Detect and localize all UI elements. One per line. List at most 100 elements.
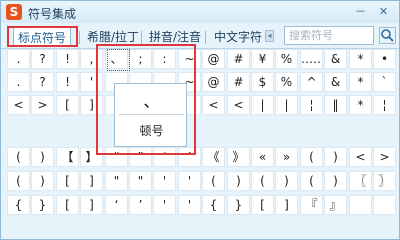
symbol-cell[interactable]: 』 bbox=[324, 195, 347, 215]
tab-greek-latin[interactable]: 希腊/拉丁 bbox=[83, 27, 143, 47]
symbol-cell[interactable]: 〗 bbox=[373, 171, 396, 191]
symbol-cell[interactable]: ! bbox=[56, 49, 79, 69]
symbol-cell[interactable]: • bbox=[373, 49, 396, 69]
symbol-cell[interactable]: ” bbox=[129, 147, 152, 167]
symbol-cell[interactable]: ? bbox=[31, 72, 54, 92]
symbol-cell[interactable]: ] bbox=[80, 171, 103, 191]
symbol-cell[interactable]: ' bbox=[80, 72, 103, 92]
symbol-cell[interactable] bbox=[349, 195, 372, 215]
symbol-cell[interactable]: ¥ bbox=[251, 49, 274, 69]
symbol-cell[interactable]: ) bbox=[31, 171, 54, 191]
symbol-cell[interactable]: 《 bbox=[202, 147, 225, 167]
symbol-cell[interactable]: > bbox=[373, 147, 396, 167]
symbol-cell[interactable]: ¦ bbox=[373, 95, 396, 115]
symbol-cell[interactable]: . bbox=[7, 72, 30, 92]
symbol-cell[interactable]: 》 bbox=[227, 147, 250, 167]
symbol-cell[interactable]: ) bbox=[227, 171, 250, 191]
symbol-cell[interactable]: ! bbox=[56, 72, 79, 92]
symbol-cell[interactable]: > bbox=[31, 95, 54, 115]
symbol-cell[interactable]: ) bbox=[31, 147, 54, 167]
symbol-cell[interactable]: ’ bbox=[129, 195, 152, 215]
symbol-cell[interactable]: ( bbox=[7, 171, 30, 191]
symbol-cell[interactable]: [ bbox=[251, 195, 274, 215]
symbol-cell[interactable]: | bbox=[275, 95, 298, 115]
tab-chinese-characters[interactable]: 中文字符 bbox=[210, 27, 266, 47]
symbol-cell[interactable]: ' bbox=[153, 195, 176, 215]
symbol-cell[interactable] bbox=[373, 195, 396, 215]
symbol-cell[interactable]: | bbox=[251, 95, 274, 115]
title-bar[interactable]: S 符号集成 － ✕ bbox=[1, 1, 399, 23]
symbol-cell[interactable]: ( bbox=[7, 147, 30, 167]
symbol-cell[interactable]: 『 bbox=[300, 195, 323, 215]
symbol-cell[interactable]: * bbox=[349, 72, 372, 92]
symbol-cell[interactable]: « bbox=[251, 147, 274, 167]
symbol-cell[interactable]: % bbox=[275, 72, 298, 92]
symbol-cell[interactable]: ‘ bbox=[105, 195, 128, 215]
symbol-cell[interactable]: < bbox=[227, 95, 250, 115]
symbol-cell[interactable]: < bbox=[202, 95, 225, 115]
tab-pinyin-zhuyin[interactable]: 拼音/注音 bbox=[145, 27, 205, 47]
symbol-cell[interactable]: { bbox=[202, 195, 225, 215]
symbol-cell[interactable]: [ bbox=[56, 95, 79, 115]
symbol-cell[interactable]: * bbox=[349, 95, 372, 115]
symbol-cell[interactable]: } bbox=[31, 195, 54, 215]
symbol-cell[interactable]: ] bbox=[80, 195, 103, 215]
symbol-cell[interactable]: …… bbox=[300, 49, 323, 69]
symbol-cell[interactable]: @ bbox=[202, 72, 225, 92]
symbol-cell[interactable]: ^ bbox=[300, 72, 323, 92]
symbol-cell[interactable]: ¦ bbox=[300, 95, 323, 115]
symbol-cell[interactable]: } bbox=[227, 195, 250, 215]
symbol-cell[interactable]: { bbox=[7, 195, 30, 215]
symbol-cell[interactable]: ) bbox=[275, 171, 298, 191]
symbol-cell[interactable]: % bbox=[275, 49, 298, 69]
symbol-cell[interactable]: ( bbox=[300, 171, 323, 191]
symbol-cell[interactable]: ` bbox=[373, 72, 396, 92]
symbol-cell[interactable]: & bbox=[324, 49, 347, 69]
search-icon[interactable] bbox=[379, 27, 396, 44]
minimize-icon[interactable]: － bbox=[353, 4, 368, 19]
symbol-cell[interactable]: " bbox=[105, 171, 128, 191]
symbol-cell[interactable]: 、 bbox=[105, 49, 128, 69]
symbol-cell[interactable]: * bbox=[349, 49, 372, 69]
symbol-cell[interactable]: ‘ bbox=[153, 147, 176, 167]
search-input[interactable]: 搜索符号 bbox=[284, 26, 374, 45]
symbol-cell[interactable]: ~ bbox=[178, 49, 201, 69]
symbol-cell[interactable]: [ bbox=[56, 171, 79, 191]
tab-punctuation[interactable]: 标点符号 bbox=[13, 27, 72, 47]
symbol-cell[interactable]: ) bbox=[324, 171, 347, 191]
symbol-cell[interactable]: ( bbox=[251, 171, 274, 191]
symbol-cell[interactable]: ’ bbox=[178, 147, 201, 167]
symbol-cell[interactable]: # bbox=[227, 49, 250, 69]
symbol-cell[interactable]: < bbox=[349, 147, 372, 167]
symbol-cell[interactable]: " bbox=[129, 171, 152, 191]
symbol-cell[interactable]: “ bbox=[105, 147, 128, 167]
symbol-cell[interactable]: ] bbox=[275, 195, 298, 215]
symbol-cell[interactable]: < bbox=[7, 95, 30, 115]
symbol-cell[interactable]: ' bbox=[178, 171, 201, 191]
symbol-cell[interactable]: ) bbox=[324, 147, 347, 167]
symbol-cell[interactable]: ; bbox=[129, 49, 152, 69]
symbol-cell[interactable]: ( bbox=[202, 171, 225, 191]
symbol-cell[interactable]: ‖ bbox=[324, 95, 347, 115]
tab-scroll-left-icon[interactable]: ◂ bbox=[265, 30, 274, 42]
symbol-cell[interactable]: ? bbox=[31, 49, 54, 69]
symbol-cell[interactable]: ] bbox=[80, 95, 103, 115]
symbol-cell[interactable]: 】 bbox=[80, 147, 103, 167]
symbol-cell[interactable]: . bbox=[7, 49, 30, 69]
symbol-cell[interactable]: » bbox=[275, 147, 298, 167]
symbol-cell[interactable]: 〖 bbox=[349, 171, 372, 191]
preview-symbol: 、 bbox=[143, 92, 160, 111]
symbol-cell[interactable]: : bbox=[153, 49, 176, 69]
symbol-cell[interactable]: # bbox=[227, 72, 250, 92]
close-icon[interactable]: ✕ bbox=[376, 4, 391, 19]
symbol-cell[interactable]: ( bbox=[300, 147, 323, 167]
symbol-cell[interactable]: & bbox=[324, 72, 347, 92]
symbol-cell[interactable]: [ bbox=[56, 195, 79, 215]
symbol-cell[interactable]: @ bbox=[202, 49, 225, 69]
symbol-cell[interactable]: ' bbox=[153, 171, 176, 191]
symbol-cell[interactable]: 【 bbox=[56, 147, 79, 167]
symbol-cell[interactable]: ' bbox=[178, 195, 201, 215]
sogou-logo-icon: S bbox=[6, 4, 22, 20]
symbol-cell[interactable]: $ bbox=[251, 72, 274, 92]
symbol-cell[interactable]: , bbox=[80, 49, 103, 69]
